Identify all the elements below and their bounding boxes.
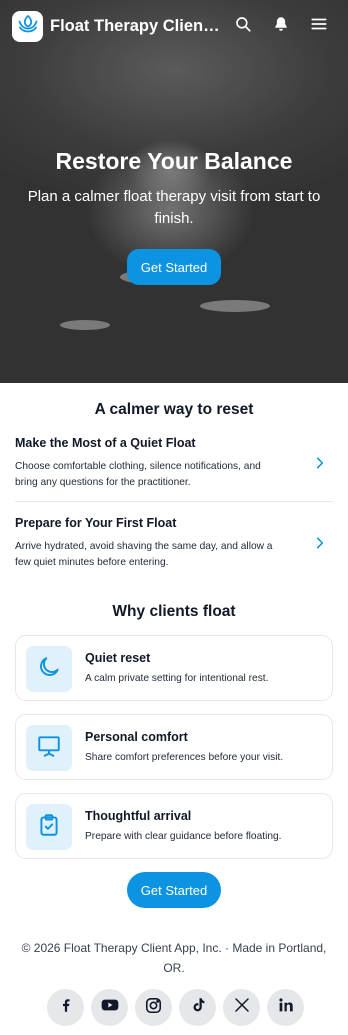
notifications-button[interactable]: [262, 7, 300, 45]
menu-button[interactable]: [300, 7, 338, 45]
app-title: Float Therapy Client App: [50, 16, 224, 35]
facebook-link[interactable]: [47, 989, 84, 1026]
divider: [15, 501, 333, 502]
tiktok-link[interactable]: [179, 989, 216, 1026]
bell-icon: [272, 15, 290, 38]
menu-icon: [310, 15, 328, 38]
tip-item[interactable]: Prepare for Your First Float Arrive hydr…: [15, 516, 333, 570]
reset-section-title: A calmer way to reset: [94, 401, 254, 418]
presentation-icon: [36, 733, 62, 764]
get-started-button[interactable]: Get Started: [127, 872, 221, 908]
chevron-right-icon[interactable]: [313, 536, 327, 550]
feature-body: Prepare with clear guidance before float…: [85, 831, 282, 842]
search-icon: [234, 15, 252, 38]
social-links: [47, 989, 304, 1026]
facebook-icon: [57, 996, 75, 1019]
feature-title: Thoughtful arrival: [85, 809, 192, 823]
tip-title: Make the Most of a Quiet Float: [15, 436, 196, 450]
linkedin-link[interactable]: [267, 989, 304, 1026]
chevron-right-icon[interactable]: [313, 456, 327, 470]
tip-body: Arrive hydrated, avoid shaving the same …: [15, 541, 273, 568]
feature-title: Personal comfort: [85, 730, 188, 744]
waves-logo-icon: [16, 12, 40, 41]
app-logo[interactable]: [12, 10, 43, 42]
feature-card: Thoughtful arrival Prepare with clear gu…: [15, 793, 333, 859]
tip-body: Choose comfortable clothing, silence not…: [15, 461, 261, 488]
app-bar: Float Therapy Client App: [0, 0, 348, 52]
hero-section: Float Therapy Client App Restore Your Ba…: [0, 0, 348, 383]
feature-icon-tile: [26, 804, 72, 850]
hero-subtitle: Plan a calmer float therapy visit from s…: [27, 188, 321, 227]
linkedin-icon: [277, 996, 295, 1019]
youtube-link[interactable]: [91, 989, 128, 1026]
feature-icon-tile: [26, 725, 72, 771]
youtube-icon: [100, 995, 120, 1020]
why-section-title: Why clients float: [112, 603, 236, 620]
feature-card: Quiet reset A calm private setting for i…: [15, 635, 333, 701]
search-button[interactable]: [224, 7, 262, 45]
tip-title: Prepare for Your First Float: [15, 516, 177, 530]
tip-item[interactable]: Make the Most of a Quiet Float Choose co…: [15, 436, 333, 490]
footer-copyright: © 2026 Float Therapy Client App, Inc. · …: [21, 941, 327, 975]
hero-title: Restore Your Balance: [55, 148, 293, 174]
moon-icon: [36, 654, 62, 685]
feature-icon-tile: [26, 646, 72, 692]
feature-title: Quiet reset: [85, 651, 151, 665]
clipboard-check-icon: [36, 812, 62, 843]
x-icon: [233, 996, 251, 1019]
instagram-link[interactable]: [135, 989, 172, 1026]
feature-body: A calm private setting for intentional r…: [85, 673, 269, 684]
instagram-icon: [144, 996, 163, 1020]
tiktok-icon: [189, 996, 207, 1019]
hero-get-started-button[interactable]: Get Started: [127, 249, 221, 285]
x-link[interactable]: [223, 989, 260, 1026]
feature-body: Share comfort preferences before your vi…: [85, 752, 284, 763]
feature-card: Personal comfort Share comfort preferenc…: [15, 714, 333, 780]
